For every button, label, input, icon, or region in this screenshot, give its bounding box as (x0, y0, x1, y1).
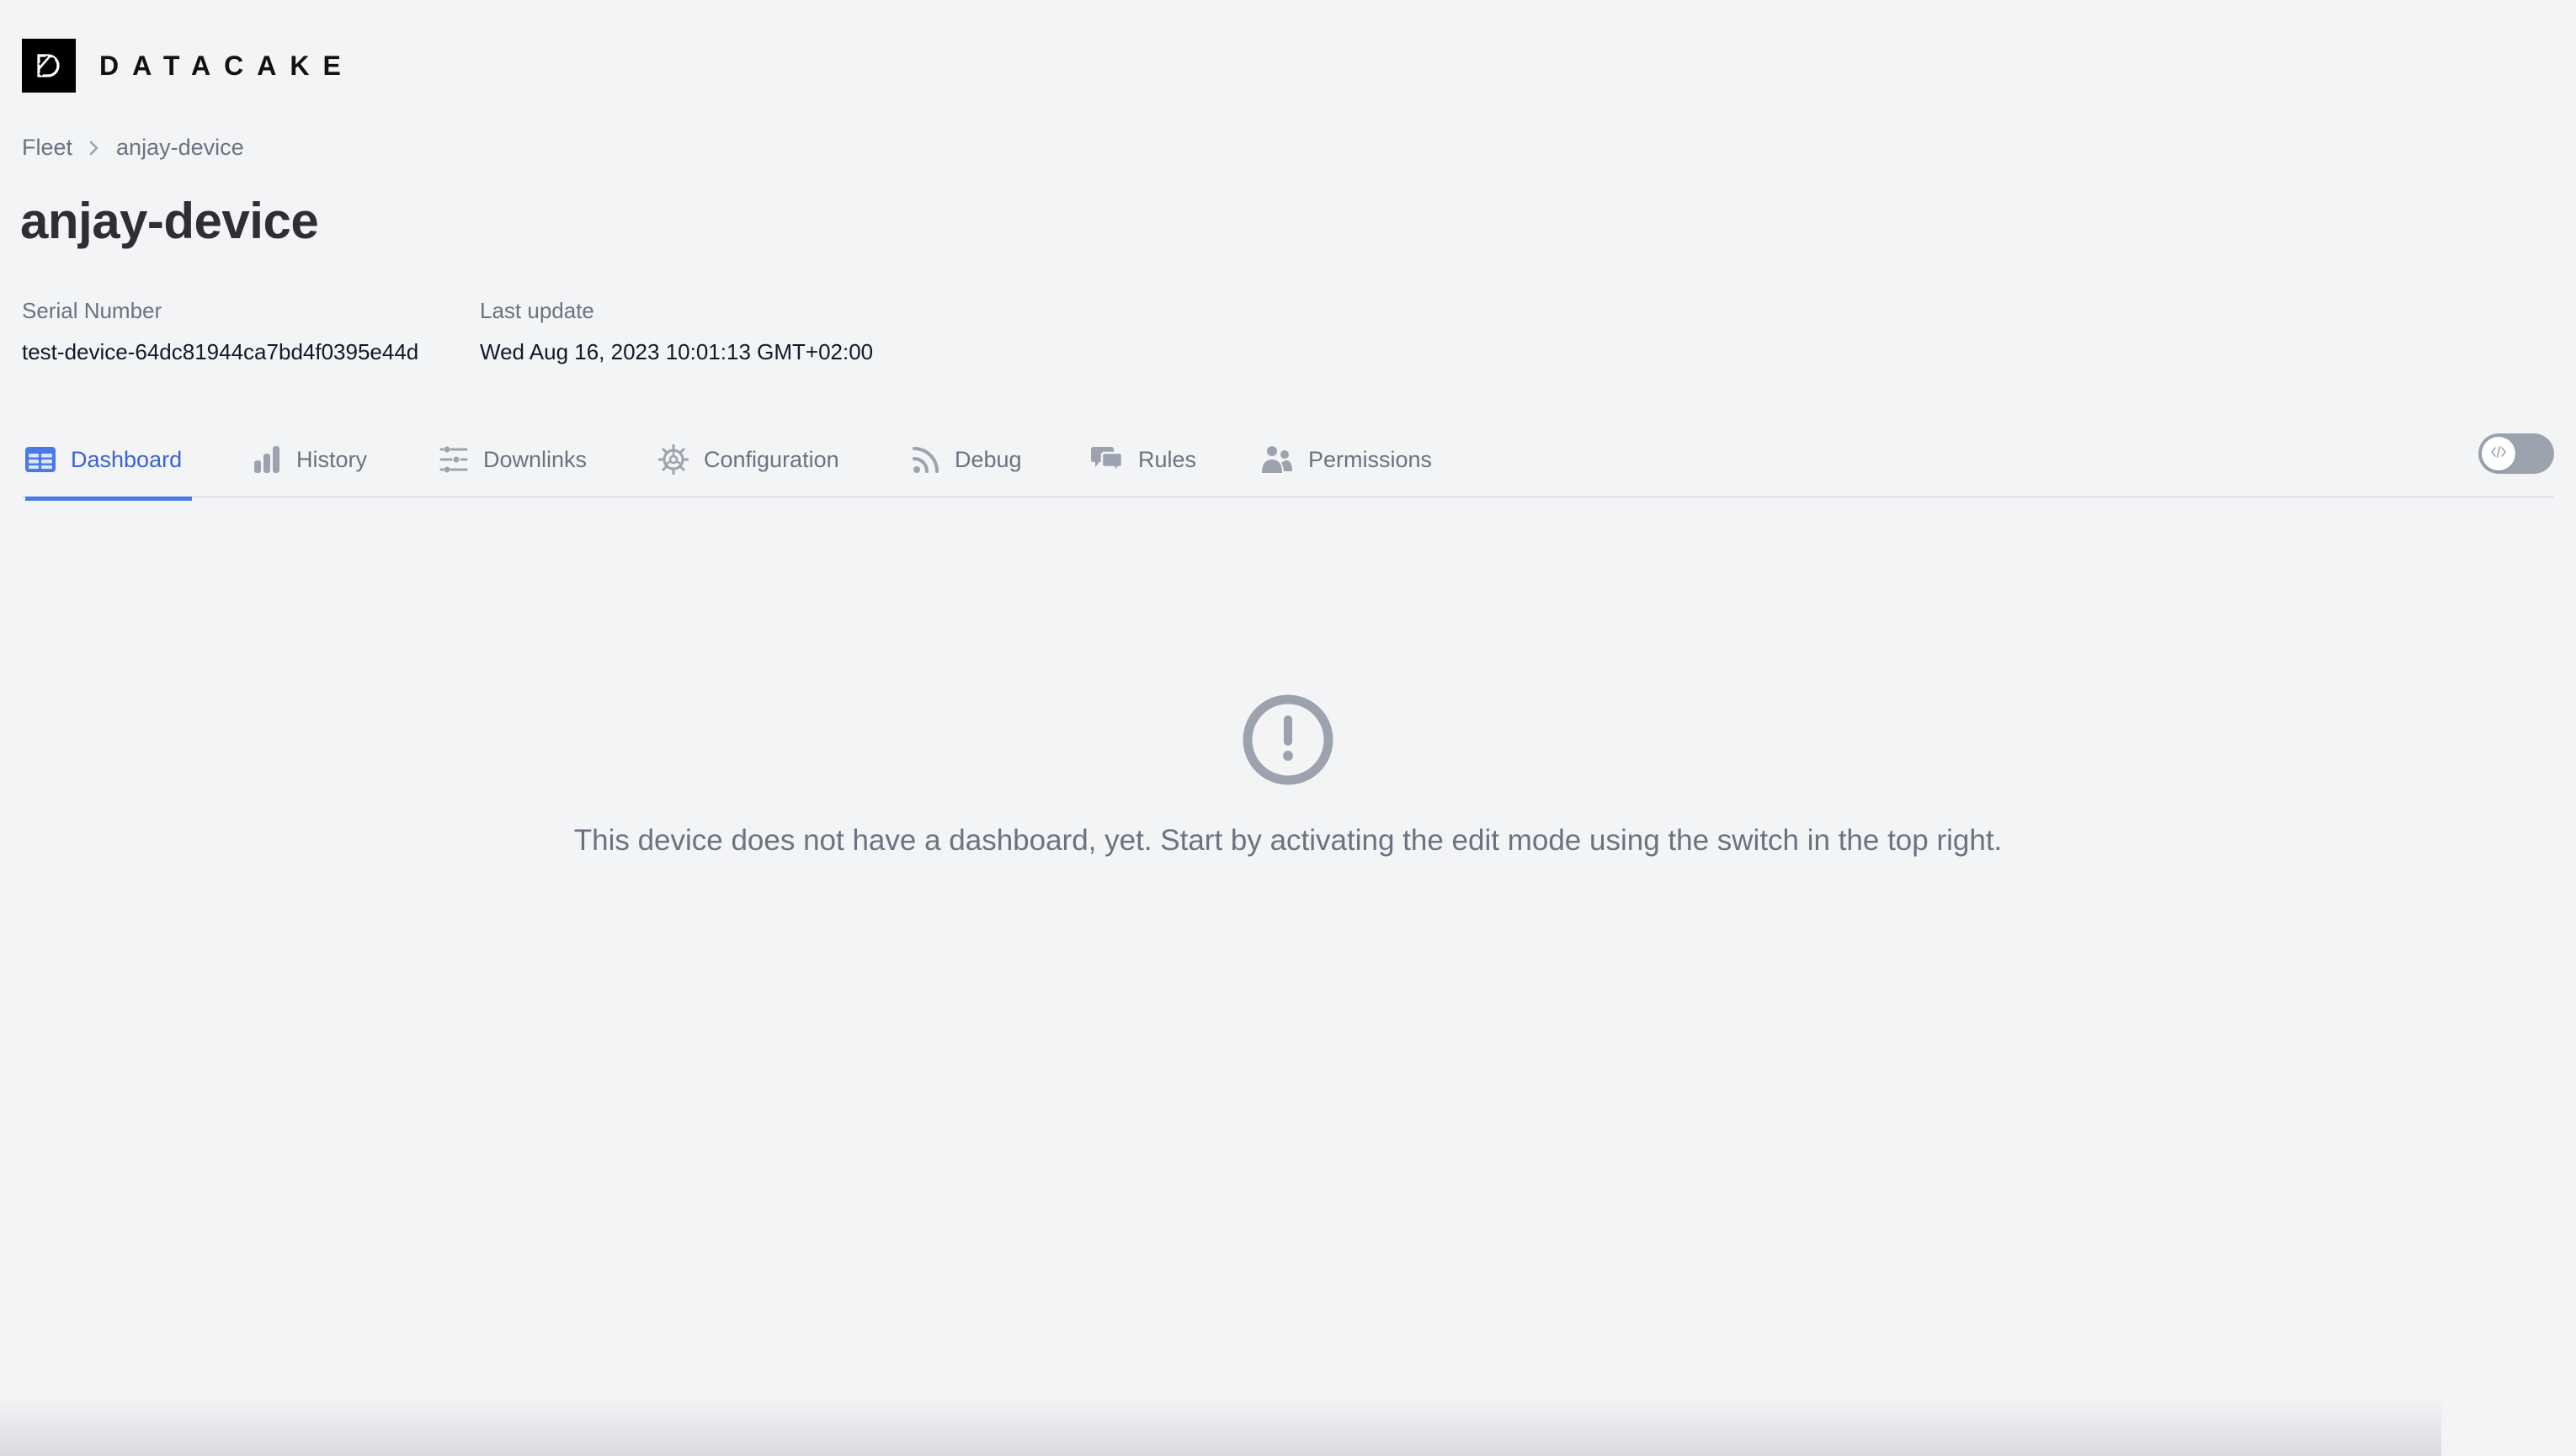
tab-debug[interactable]: Debug (913, 421, 1022, 498)
exclamation-circle-icon (1242, 693, 1334, 790)
sliders-icon (439, 445, 468, 474)
serial-number-value: test-device-64dc81944ca7bd4f0395e44d (22, 339, 419, 364)
tab-configuration[interactable]: Configuration (658, 421, 839, 498)
datacake-logo-icon (22, 39, 76, 93)
gear-icon (658, 444, 689, 475)
tab-label: Configuration (704, 446, 839, 472)
brand-name: DATACAKE (99, 50, 354, 81)
toggle-knob (2482, 437, 2515, 470)
bar-chart-icon (253, 445, 281, 474)
last-update-value: Wed Aug 16, 2023 10:01:13 GMT+02:00 (480, 339, 874, 364)
device-page: DATACAKE Fleet anjay-device anjay-device… (0, 0, 2576, 1456)
table-icon (25, 447, 56, 472)
breadcrumb-current: anjay-device (116, 135, 244, 160)
tab-downlinks[interactable]: Downlinks (439, 421, 587, 498)
empty-dashboard-state: This device does not have a dashboard, y… (0, 693, 2576, 858)
breadcrumb: Fleet anjay-device (22, 135, 244, 161)
tab-dashboard[interactable]: Dashboard (25, 421, 193, 501)
tab-label: Downlinks (483, 446, 588, 472)
tab-permissions[interactable]: Permissions (1261, 421, 1432, 498)
users-icon (1261, 444, 1293, 475)
breadcrumb-fleet-link[interactable]: Fleet (22, 135, 72, 161)
chevron-right-icon (88, 140, 101, 157)
code-icon (2490, 445, 2507, 463)
brand-logo[interactable]: DATACAKE (22, 39, 354, 93)
last-update-label: Last update (480, 298, 594, 323)
tab-rules[interactable]: Rules (1091, 421, 1196, 498)
tab-label: Permissions (1308, 446, 1433, 472)
edit-mode-toggle[interactable] (2478, 433, 2554, 474)
device-tabs: Dashboard History Downlinks Configuratio… (22, 421, 2554, 501)
tab-label: Debug (955, 446, 1022, 472)
chat-bubbles-icon (1091, 444, 1123, 475)
page-title: anjay-device (20, 193, 319, 249)
tab-label: Dashboard (71, 446, 183, 472)
bottom-shadow (0, 1397, 2441, 1456)
last-update-block: Last update Wed Aug 16, 2023 10:01:13 GM… (480, 298, 873, 365)
tab-label: Rules (1138, 446, 1197, 472)
tab-label: History (296, 446, 368, 472)
tab-history[interactable]: History (253, 421, 367, 498)
empty-state-message: This device does not have a dashboard, y… (573, 824, 2003, 857)
serial-number-label: Serial Number (22, 298, 162, 323)
rss-icon (913, 445, 939, 474)
serial-number-block: Serial Number test-device-64dc81944ca7bd… (22, 298, 418, 365)
